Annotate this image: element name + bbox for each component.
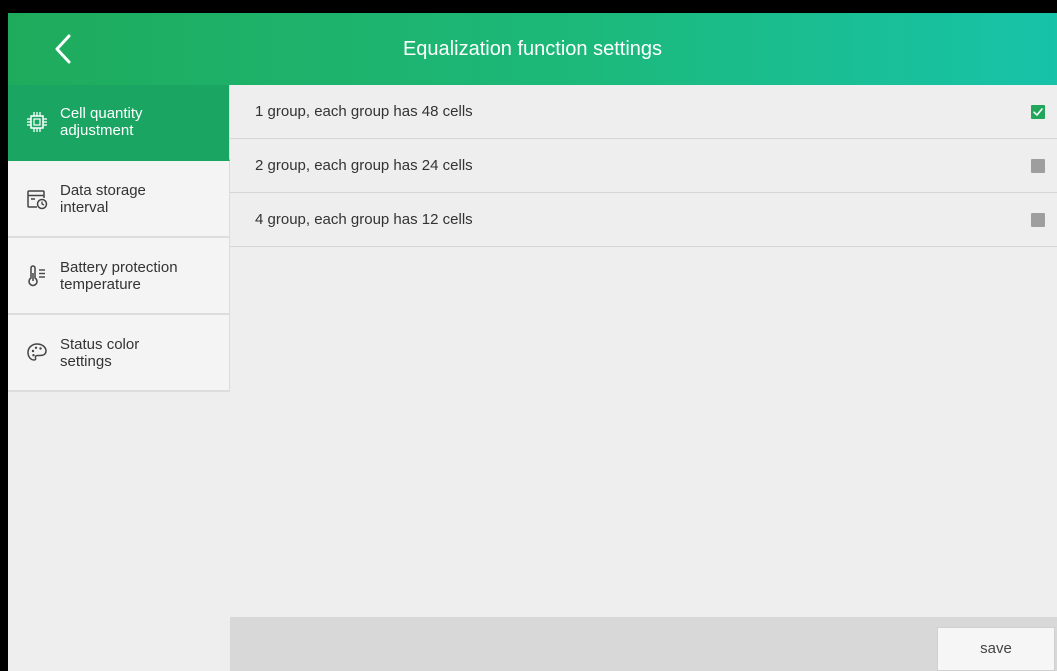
app-window: Equalization function settings Cell quan… xyxy=(8,13,1057,671)
label-line: Cell quantity xyxy=(60,105,143,122)
thermometer-icon xyxy=(28,264,45,286)
checkbox-unchecked[interactable] xyxy=(1031,213,1045,227)
label-line: interval xyxy=(60,198,109,216)
sidebar-item-status-color[interactable]: Status color settings xyxy=(8,315,230,392)
label-line: temperature xyxy=(60,275,141,293)
save-button[interactable]: save xyxy=(937,627,1055,671)
sidebar-item-battery-temperature[interactable]: Battery protection temperature xyxy=(8,238,230,315)
option-label: 2 group, each group has 24 cells xyxy=(255,157,473,174)
chevron-left-icon xyxy=(55,34,71,64)
checkbox-checked[interactable] xyxy=(1031,105,1045,119)
label-line: adjustment xyxy=(60,122,134,139)
checkmark-icon xyxy=(1033,108,1043,116)
sidebar-item-label: Data storage interval xyxy=(60,182,210,216)
sidebar: Cell quantity adjustment Data storage in… xyxy=(8,85,230,671)
label-line: settings xyxy=(60,352,112,370)
chip-icon xyxy=(27,112,47,132)
palette-icon xyxy=(27,342,47,361)
option-label: 1 group, each group has 48 cells xyxy=(255,103,473,120)
label-line: Data storage xyxy=(60,181,146,199)
options-panel: 1 group, each group has 48 cells 2 group… xyxy=(230,85,1057,671)
label-line: Battery protection xyxy=(60,258,178,276)
sidebar-item-label: Cell quantity adjustment xyxy=(60,105,210,139)
sidebar-item-cell-quantity[interactable]: Cell quantity adjustment xyxy=(8,85,230,161)
option-row-24-cells[interactable]: 2 group, each group has 24 cells xyxy=(230,139,1057,193)
sidebar-item-label: Status color settings xyxy=(60,336,210,370)
footer-bar: save xyxy=(230,617,1057,671)
back-button[interactable] xyxy=(44,29,84,69)
sidebar-item-data-storage[interactable]: Data storage interval xyxy=(8,161,230,238)
option-row-12-cells[interactable]: 4 group, each group has 12 cells xyxy=(230,193,1057,247)
calendar-clock-icon xyxy=(27,189,48,209)
option-row-48-cells[interactable]: 1 group, each group has 48 cells xyxy=(230,85,1057,139)
checkbox-unchecked[interactable] xyxy=(1031,159,1045,173)
label-line: Status color xyxy=(60,335,140,353)
page-title: Equalization function settings xyxy=(402,38,663,60)
option-label: 4 group, each group has 12 cells xyxy=(255,211,473,228)
sidebar-item-label: Battery protection temperature xyxy=(60,259,210,293)
header-bar: Equalization function settings xyxy=(8,13,1057,85)
